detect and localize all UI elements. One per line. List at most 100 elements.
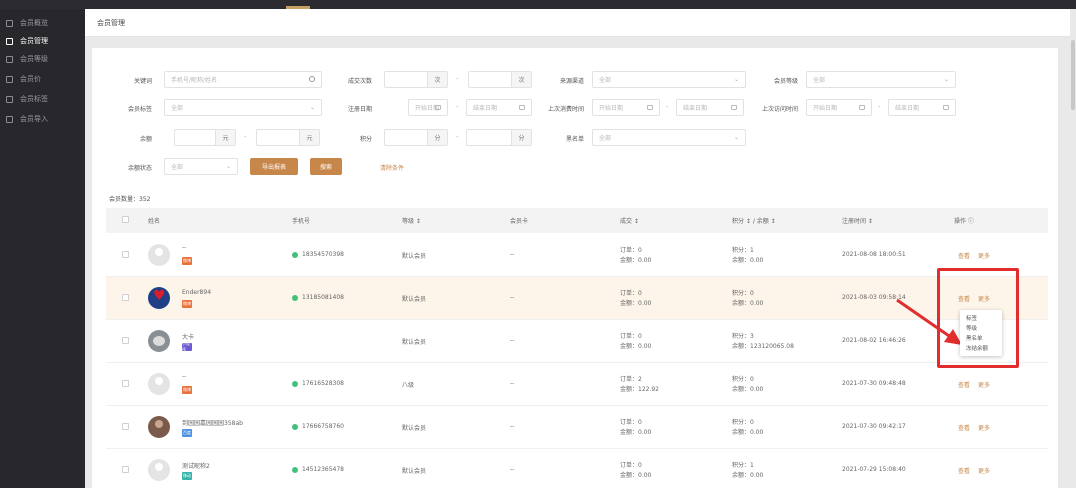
dropdown-item-level[interactable]: 等级 bbox=[966, 324, 977, 332]
deal-sort[interactable]: 成交 ↕ bbox=[620, 216, 639, 225]
mobile-badge: 移动 bbox=[182, 472, 192, 480]
top-bar bbox=[0, 0, 1076, 9]
view-button[interactable]: 查看 bbox=[958, 251, 970, 260]
level-sort[interactable]: 等级 ↕ bbox=[402, 216, 421, 225]
avatar bbox=[148, 416, 170, 438]
row-checkbox[interactable] bbox=[122, 380, 129, 387]
avatar bbox=[148, 373, 170, 395]
consume-start-input[interactable]: 开始日期 bbox=[592, 99, 660, 116]
view-button[interactable]: 查看 bbox=[958, 466, 970, 475]
keyword-input[interactable]: 手机号/昵称/姓名 bbox=[164, 71, 322, 88]
register-end-input[interactable]: 结束日期 bbox=[466, 99, 532, 116]
verified-icon bbox=[292, 295, 298, 301]
export-button[interactable]: 导出报表 bbox=[250, 158, 298, 175]
sidebar: 会员概览 会员管理 会员等级 会员价 会员标签 会员导入 bbox=[0, 9, 85, 488]
sidebar-item-price[interactable]: 会员价 bbox=[0, 71, 85, 87]
blacklist-select[interactable]: 全部 ⌄ bbox=[592, 129, 746, 146]
chevron-down-icon: ⌄ bbox=[225, 163, 231, 170]
balance-max-input[interactable]: 元 bbox=[256, 129, 320, 146]
more-button[interactable]: 更多 bbox=[978, 423, 990, 432]
row-checkbox[interactable] bbox=[122, 251, 129, 258]
visit-start-input[interactable]: 开始日期 bbox=[806, 99, 872, 116]
avatar bbox=[148, 459, 170, 481]
balance-status-label: 余额状态 bbox=[127, 165, 152, 172]
last-visit-label: 上次访问时间 bbox=[761, 106, 798, 113]
member-count: 会员数量：352 bbox=[109, 196, 151, 203]
more-dropdown-menu: 标签 等级 黑名单 冻结余额 bbox=[960, 310, 1002, 356]
level-icon bbox=[6, 55, 13, 63]
row-checkbox[interactable] bbox=[122, 466, 129, 473]
scrollbar-thumb[interactable] bbox=[1071, 40, 1075, 110]
sidebar-item-management[interactable]: 会员管理 bbox=[0, 33, 85, 49]
register-start-input[interactable]: 开始日期 bbox=[408, 99, 448, 116]
deal-count-max-input[interactable]: 次 bbox=[468, 71, 532, 88]
table-row: Ender894 微博 13185081408 默认会员 -- 订单：0 金额：… bbox=[106, 277, 1048, 320]
row-checkbox[interactable] bbox=[122, 294, 129, 301]
level-select[interactable]: 全部 ⌄ bbox=[806, 71, 956, 88]
verified-icon bbox=[292, 252, 298, 258]
verified-icon bbox=[292, 467, 298, 473]
baidu-badge: 百度 bbox=[182, 429, 192, 437]
more-button[interactable]: 更多 bbox=[978, 251, 990, 260]
verified-icon bbox=[292, 381, 298, 387]
weibo-badge: 微博 bbox=[182, 257, 192, 265]
consume-end-input[interactable]: 结束日期 bbox=[676, 99, 744, 116]
mini-program-badge: 小程序 bbox=[182, 341, 192, 352]
dropdown-item-blacklist[interactable]: 黑名单 bbox=[966, 334, 983, 342]
source-select[interactable]: 全部 ⌄ bbox=[592, 71, 746, 88]
keyword-label: 关键词 bbox=[133, 78, 152, 85]
page-header: 会员管理 bbox=[85, 9, 1076, 37]
edit-icon bbox=[6, 37, 13, 45]
avatar bbox=[148, 330, 170, 352]
source-label: 来源渠道 bbox=[559, 78, 584, 85]
view-button[interactable]: 查看 bbox=[958, 423, 970, 432]
balance-label: 余额 bbox=[139, 136, 152, 143]
table-row: 测试昵称2 移动 14512365478 默认会员 -- 订单：0 金额：0.0… bbox=[106, 449, 1048, 488]
avatar bbox=[148, 287, 170, 309]
balance-status-select[interactable]: 全部 ⌄ bbox=[164, 158, 238, 175]
sidebar-item-import[interactable]: 会员导入 bbox=[0, 111, 85, 127]
visit-end-input[interactable]: 结束日期 bbox=[888, 99, 956, 116]
register-time-sort[interactable]: 注册时间 ↕ bbox=[842, 216, 873, 225]
calendar-icon bbox=[435, 105, 441, 110]
calendar-icon bbox=[943, 105, 949, 110]
table-row: -- 微博 18354570398 默认会员 -- 订单：0 金额：0.00 积… bbox=[106, 234, 1048, 277]
blacklist-label: 黑名单 bbox=[565, 136, 584, 143]
row-checkbox[interactable] bbox=[122, 423, 129, 430]
select-all-checkbox[interactable] bbox=[122, 216, 129, 223]
last-consume-label: 上次消费时间 bbox=[547, 106, 584, 113]
table-header: 姓名 手机号 等级 ↕ 会员卡 成交 ↕ 积分 ↕ / 余额 ↕ 注册时间 ↕ … bbox=[106, 208, 1048, 233]
row-checkbox[interactable] bbox=[122, 337, 129, 344]
deal-count-min-input[interactable]: 次 bbox=[384, 71, 448, 88]
table-row: 到园园嘉园园园358ab 百度 17666758760 默认会员 -- 订单：0… bbox=[106, 406, 1048, 449]
sidebar-item-overview[interactable]: 会员概览 bbox=[0, 15, 85, 31]
points-balance-sort[interactable]: 积分 ↕ / 余额 ↕ bbox=[732, 216, 776, 225]
table-row: -- 微博 17616528308 八级 -- 订单：2 金额：122.92 积… bbox=[106, 363, 1048, 406]
balance-min-input[interactable]: 元 bbox=[174, 129, 236, 146]
weibo-badge: 微博 bbox=[182, 386, 192, 394]
tag-label: 会员标签 bbox=[127, 106, 152, 113]
price-icon bbox=[6, 75, 13, 83]
more-button[interactable]: 更多 bbox=[978, 466, 990, 475]
dropdown-item-tag[interactable]: 标签 bbox=[966, 314, 977, 322]
dropdown-item-freeze-balance[interactable]: 冻结余额 bbox=[966, 344, 988, 352]
points-max-input[interactable]: 分 bbox=[466, 129, 532, 146]
view-button[interactable]: 查看 bbox=[958, 380, 970, 389]
sidebar-item-tags[interactable]: 会员标签 bbox=[0, 91, 85, 107]
tag-icon bbox=[6, 95, 13, 103]
points-min-input[interactable]: 分 bbox=[384, 129, 448, 146]
tag-select[interactable]: 全部 ⌄ bbox=[164, 99, 322, 116]
calendar-icon bbox=[859, 105, 865, 110]
sidebar-item-levels[interactable]: 会员等级 bbox=[0, 51, 85, 67]
deal-count-label: 成交次数 bbox=[347, 78, 372, 85]
user-icon bbox=[6, 115, 13, 123]
more-button[interactable]: 更多 bbox=[978, 380, 990, 389]
clear-filters-button[interactable]: 清除条件 bbox=[380, 163, 404, 172]
search-button[interactable]: 搜索 bbox=[310, 158, 342, 175]
verified-icon bbox=[292, 424, 298, 430]
level-label: 会员等级 bbox=[773, 78, 798, 85]
page-title: 会员管理 bbox=[97, 19, 125, 27]
main-card: 关键词 手机号/昵称/姓名 成交次数 次 - 次 来源渠道 全部 ⌄ 会员等级 全… bbox=[92, 48, 1058, 488]
calendar-icon bbox=[731, 105, 737, 110]
overview-icon bbox=[6, 19, 13, 27]
